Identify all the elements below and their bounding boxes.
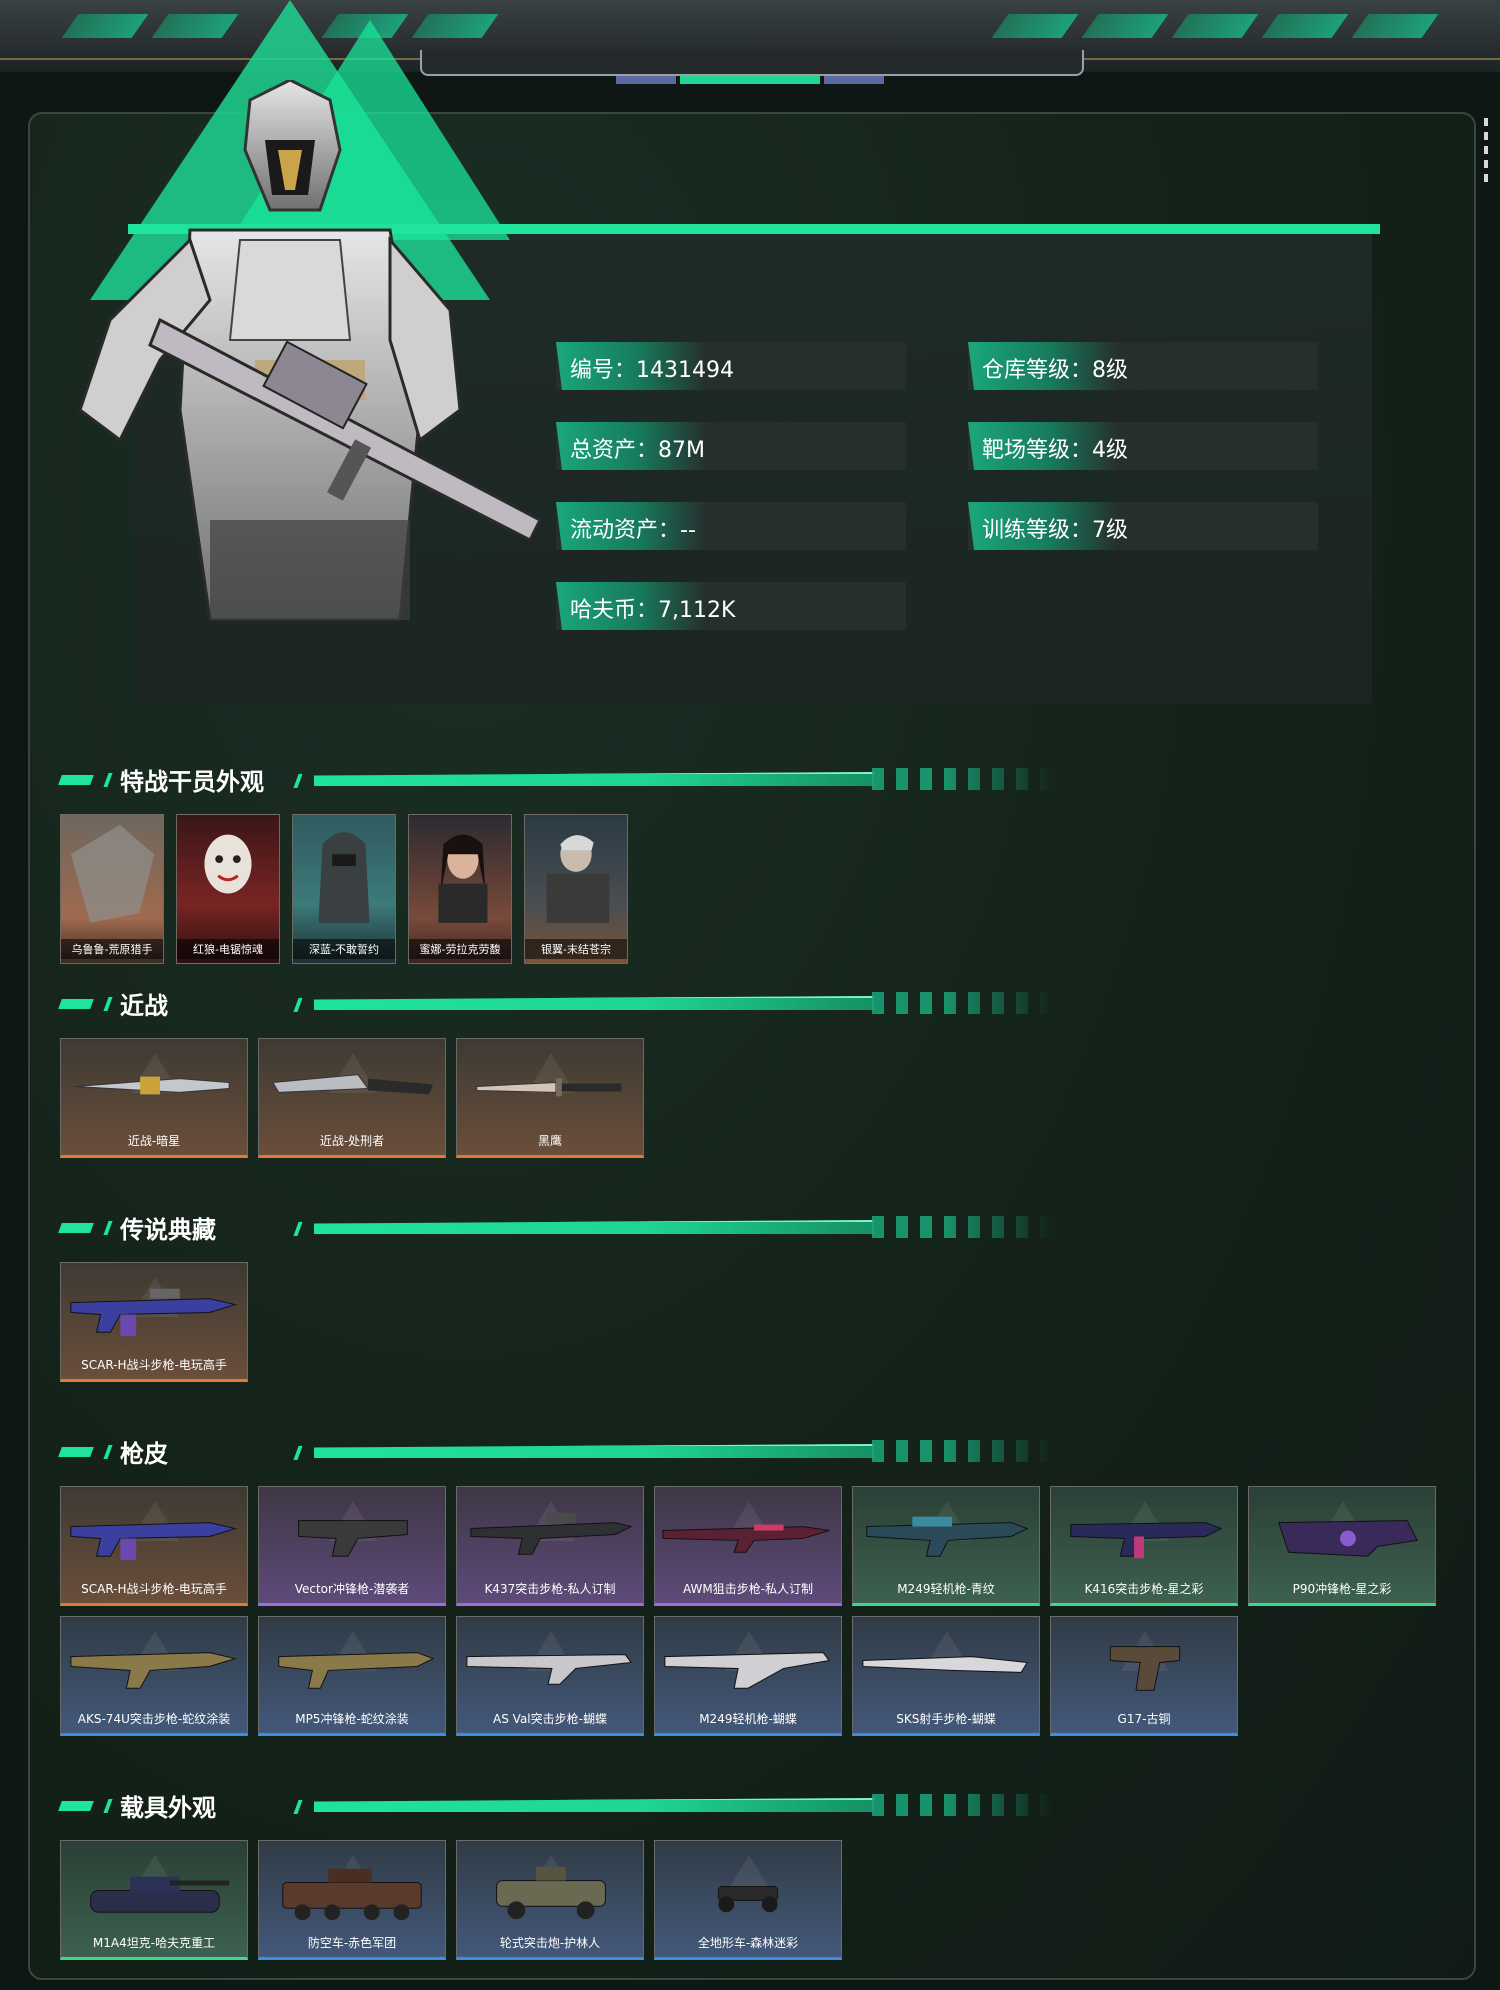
- header-centerpiece: [420, 50, 1084, 76]
- section-header-operators: 特战干员外观: [58, 758, 1060, 798]
- stat-warehouse-level: 仓库等级：8级: [968, 342, 1318, 390]
- section-title: 特战干员外观: [120, 768, 264, 796]
- header-stripe: [1081, 14, 1169, 38]
- legend-card[interactable]: SCAR-H战斗步枪-电玩高手: [60, 1262, 248, 1382]
- operator-card[interactable]: 乌鲁鲁-荒原猎手: [60, 814, 164, 964]
- stat-id: 编号：1431494: [556, 342, 906, 390]
- melee-card[interactable]: 黑鹰: [456, 1038, 644, 1158]
- scroll-dots-icon[interactable]: [1484, 118, 1488, 188]
- section-title: 枪皮: [120, 1440, 168, 1468]
- section-title: 近战: [120, 992, 168, 1020]
- skin-card[interactable]: AWM狙击步枪-私人订制: [654, 1486, 842, 1606]
- skin-card[interactable]: SCAR-H战斗步枪-电玩高手: [60, 1486, 248, 1606]
- operator-card[interactable]: 蜜娜-劳拉克劳馥: [408, 814, 512, 964]
- skin-card[interactable]: P90冲锋枪-星之彩: [1248, 1486, 1436, 1606]
- skin-card[interactable]: K437突击步枪-私人订制: [456, 1486, 644, 1606]
- skin-card[interactable]: M249轻机枪-青纹: [852, 1486, 1040, 1606]
- skin-card[interactable]: G17-古铜: [1050, 1616, 1238, 1736]
- section-header-vehicles: 载具外观: [58, 1784, 1060, 1824]
- vehicle-card[interactable]: 全地形车-森林迷彩: [654, 1840, 842, 1960]
- stat-range-level: 靶场等级：4级: [968, 422, 1318, 470]
- section-title: 传说典藏: [120, 1216, 216, 1244]
- stat-total-assets: 总资产：87M: [556, 422, 906, 470]
- vehicle-card[interactable]: M1A4坦克-哈夫克重工: [60, 1840, 248, 1960]
- operator-card[interactable]: 银翼-末结苍宗: [524, 814, 628, 964]
- header-pill-active: [680, 76, 820, 84]
- operator-character-image: [78, 80, 542, 622]
- melee-card[interactable]: 近战-暗星: [60, 1038, 248, 1158]
- section-header-legend: 传说典藏: [58, 1206, 1060, 1246]
- skin-card[interactable]: MP5冲锋枪-蛇纹涂装: [258, 1616, 446, 1736]
- header-stripe: [1351, 14, 1439, 38]
- header-pill: [616, 76, 676, 84]
- skin-card[interactable]: AKS-74U突击步枪-蛇纹涂装: [60, 1616, 248, 1736]
- header-stripe: [1261, 14, 1349, 38]
- stat-training-level: 训练等级：7级: [968, 502, 1318, 550]
- skin-card[interactable]: SKS射手步枪-蝴蝶: [852, 1616, 1040, 1736]
- vehicle-card[interactable]: 轮式突击炮-护林人: [456, 1840, 644, 1960]
- vehicle-card[interactable]: 防空车-赤色军团: [258, 1840, 446, 1960]
- stat-liquid-assets: 流动资产：--: [556, 502, 906, 550]
- section-title: 载具外观: [120, 1794, 216, 1822]
- skin-card[interactable]: Vector冲锋枪-潜袭者: [258, 1486, 446, 1606]
- section-header-skins: 枪皮: [58, 1430, 1060, 1470]
- skin-card[interactable]: M249轻机枪-蝴蝶: [654, 1616, 842, 1736]
- header-pill: [824, 76, 884, 84]
- section-header-melee: 近战: [58, 982, 1060, 1022]
- operator-card[interactable]: 红狼-电锯惊魂: [176, 814, 280, 964]
- melee-card[interactable]: 近战-处刑者: [258, 1038, 446, 1158]
- skin-card[interactable]: K416突击步枪-星之彩: [1050, 1486, 1238, 1606]
- operator-card[interactable]: 深蓝-不敢誓约: [292, 814, 396, 964]
- header-stripe: [991, 14, 1079, 38]
- profile-page: 编号：1431494 仓库等级：8级 总资产：87M 靶场等级：4级 流动资产：…: [0, 0, 1500, 1990]
- header-stripe: [1171, 14, 1259, 38]
- skin-card[interactable]: AS Val突击步枪-蝴蝶: [456, 1616, 644, 1736]
- stat-haf-coin: 哈夫币：7,112K: [556, 582, 906, 630]
